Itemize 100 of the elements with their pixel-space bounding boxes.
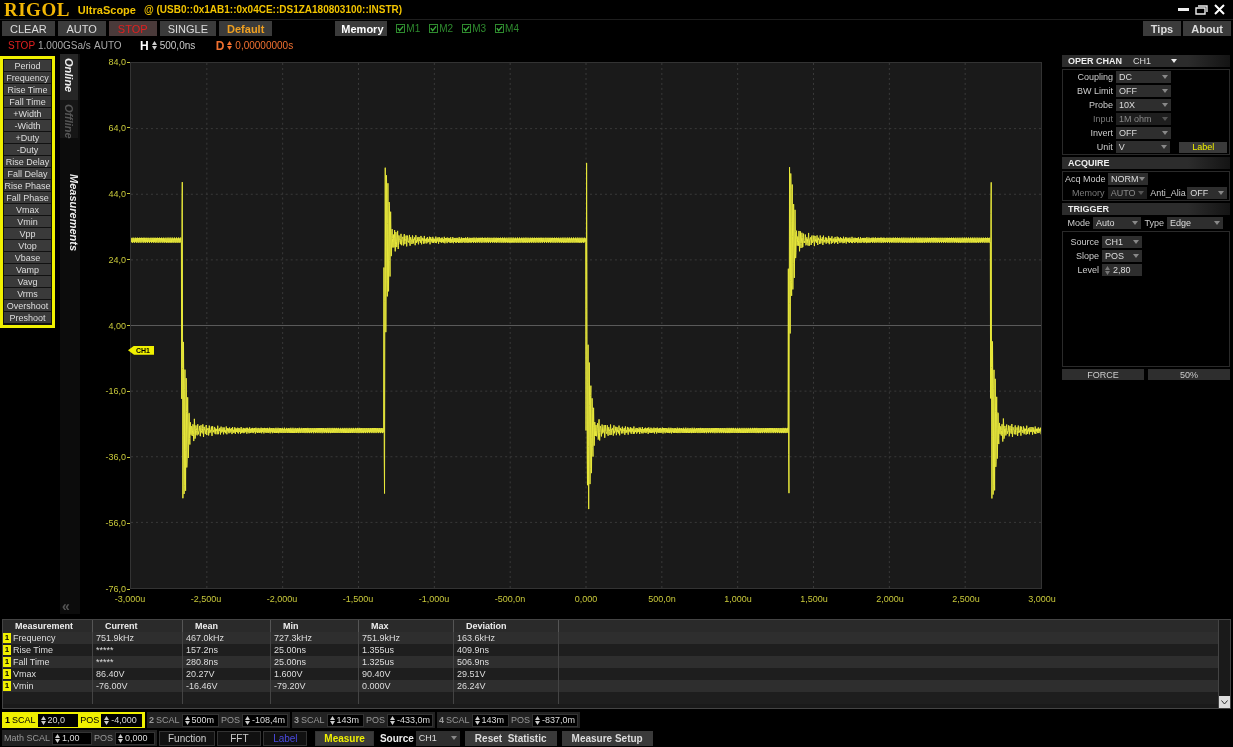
section-title: OPER CHAN (1068, 56, 1122, 66)
function-button[interactable]: FFT (217, 730, 262, 746)
x-axis-label: -500,0n (494, 594, 526, 604)
memory-button[interactable]: Memory (335, 21, 388, 36)
memory-checkbox[interactable] (462, 24, 472, 33)
field-label: Input (1091, 114, 1113, 124)
position-field[interactable]: 0,000 (115, 731, 155, 745)
scale-field[interactable]: 20,0 (37, 713, 79, 727)
position-field[interactable]: -4,000 (101, 713, 142, 727)
select-field[interactable]: V (1115, 141, 1171, 153)
measurement-item[interactable]: +Width (4, 108, 51, 120)
scale-field[interactable]: 1,00 (52, 731, 92, 745)
sample-rate: 1.000GSa/s (38, 40, 92, 51)
select-field[interactable]: NORM (1108, 173, 1148, 185)
y-axis-label: 64,0 (108, 122, 126, 133)
x-axis-label: -1,000u (418, 594, 450, 604)
channel-badge: 1 (3, 645, 11, 655)
action-button[interactable]: Reset Statistic (464, 730, 557, 746)
toolbar-button[interactable]: About (1183, 21, 1231, 36)
toolbar-button[interactable]: SINGLE (159, 21, 217, 36)
measurement-name: Vmin (13, 681, 34, 691)
measurement-item[interactable]: Rise Delay (4, 156, 51, 168)
field-label: Slope (1074, 251, 1099, 261)
measurement-item[interactable]: Fall Phase (4, 192, 51, 204)
scale-field[interactable]: 143m (471, 713, 509, 727)
channel-control[interactable]: 1 SCAL 20,0 POS -4,000 (2, 712, 145, 728)
measurement-name: Fall Time (13, 657, 50, 667)
channel-badge: 1 (3, 657, 11, 667)
spin-icon (227, 41, 233, 50)
x-axis-label: 1,500u (800, 594, 828, 604)
measurement-item[interactable]: -Duty (4, 144, 51, 156)
measurement-item[interactable]: Frequency (4, 72, 51, 84)
scrollbar[interactable] (1219, 619, 1231, 709)
select-field[interactable]: CH1 (1102, 236, 1142, 248)
measurement-item[interactable]: Vavg (4, 276, 51, 288)
scale-label: SCAL (446, 715, 470, 725)
position-field[interactable]: -108,4m (241, 713, 288, 727)
measurement-item[interactable]: Vamp (4, 264, 51, 276)
default-button[interactable]: Default (219, 21, 273, 36)
horizontal-scale: 500,0ns (159, 40, 197, 51)
position-label: POS (365, 715, 385, 725)
measurement-item[interactable]: Period (4, 60, 51, 72)
math-control[interactable]: Math SCAL 1,00 POS 0,000 (2, 730, 157, 746)
measurement-item[interactable]: Fall Time (4, 96, 51, 108)
toolbar-button[interactable]: AUTO (57, 21, 106, 36)
measurement-item[interactable]: Rise Phase (4, 180, 51, 192)
position-field[interactable]: -433,0m (386, 713, 433, 727)
measurement-item[interactable]: Rise Time (4, 84, 51, 96)
memory-checkbox[interactable] (396, 24, 406, 33)
select-field[interactable]: Auto (1093, 217, 1141, 229)
channel-control[interactable]: 4 SCAL 143m POS -837,0m (437, 712, 580, 728)
select-field[interactable]: DC (1116, 71, 1171, 83)
memory-checkbox[interactable] (429, 24, 439, 33)
measurement-item[interactable]: -Width (4, 120, 51, 132)
select-field[interactable]: OFF (1116, 127, 1171, 139)
measurement-item[interactable]: Vbase (4, 252, 51, 264)
section-title: TRIGGER (1068, 204, 1109, 214)
measurement-item[interactable]: +Duty (4, 132, 51, 144)
toolbar-button[interactable]: CLEAR (2, 21, 55, 36)
measurement-item[interactable]: Vpp (4, 228, 51, 240)
measurement-item[interactable]: Vmin (4, 216, 51, 228)
measurement-name: Vmax (13, 669, 36, 679)
measurement-item[interactable]: Fall Delay (4, 168, 51, 180)
app-title: UltraScope (77, 3, 136, 16)
select-field[interactable]: OFF (1187, 187, 1227, 199)
toolbar-button[interactable]: Tips (1142, 21, 1182, 36)
side-tab[interactable]: Online (60, 54, 78, 100)
source-select[interactable]: CH1 (415, 730, 460, 746)
trigger-button[interactable]: FORCE (1062, 369, 1144, 380)
channel-control[interactable]: 3 SCAL 143m POS -433,0m (292, 712, 435, 728)
measurement-item[interactable]: Preshoot (4, 312, 51, 324)
memory-checkbox[interactable] (495, 24, 505, 33)
restore-icon[interactable] (1195, 4, 1208, 15)
measurement-item[interactable]: Vtop (4, 240, 51, 252)
channel-select[interactable]: CH1 (1130, 55, 1180, 67)
select-field[interactable]: OFF (1116, 85, 1171, 97)
channel-control[interactable]: 2 SCAL 500m POS -108,4m (147, 712, 290, 728)
measurement-item[interactable]: Overshoot (4, 300, 51, 312)
spin-field[interactable]: 2,80 (1102, 264, 1142, 276)
position-field[interactable]: -837,0m (531, 713, 578, 727)
close-icon[interactable] (1214, 4, 1225, 15)
measurement-item[interactable]: Vmax (4, 204, 51, 216)
x-axis-label: 0,000 (574, 594, 598, 604)
caret-icon (1132, 221, 1138, 225)
function-button[interactable]: Function (159, 730, 216, 746)
scale-field[interactable]: 500m (181, 713, 219, 727)
y-axis-label: 44,0 (108, 188, 126, 199)
trigger-button[interactable]: 50% (1148, 369, 1230, 380)
select-field[interactable]: Edge (1167, 217, 1223, 229)
scroll-down-icon[interactable] (1219, 696, 1230, 708)
field-label: Memory (1071, 188, 1105, 198)
channel-badge: 1 (3, 669, 11, 679)
action-button[interactable]: Measure Setup (561, 730, 653, 746)
caret-icon (1139, 177, 1145, 181)
label-button[interactable]: Label (1179, 141, 1227, 153)
function-button[interactable]: Measure (315, 730, 374, 746)
measurement-item[interactable]: Vrms (4, 288, 51, 300)
select-field[interactable]: 10X (1116, 99, 1171, 111)
scale-field[interactable]: 143m (326, 713, 364, 727)
select-field[interactable]: POS (1102, 250, 1142, 262)
